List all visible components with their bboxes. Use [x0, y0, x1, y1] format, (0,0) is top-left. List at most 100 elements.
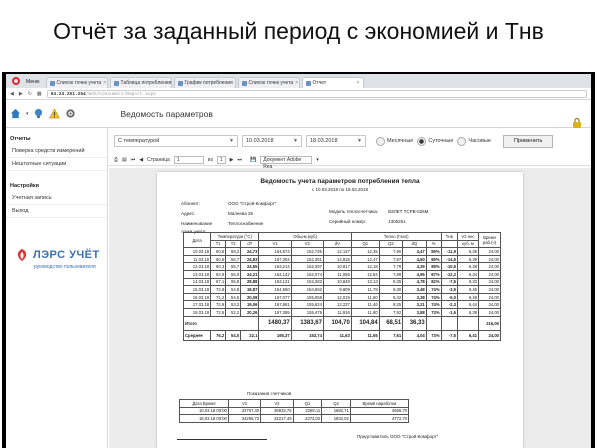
- sidebar-item-logout[interactable]: Выход: [6, 205, 107, 218]
- table-cell: 2268,11: [292, 406, 323, 416]
- chevron-down-icon[interactable]: ▾: [316, 157, 319, 163]
- table-cell: 7,92: [378, 307, 404, 317]
- table-cell: 167,395: [258, 307, 292, 317]
- table-cell: 165,37: [258, 329, 292, 341]
- table-cell: 15.03.18: [182, 285, 212, 294]
- table-cell: 72,8: [210, 285, 227, 294]
- col-time: Время раб.(ч): [478, 231, 501, 249]
- reload-icon[interactable]: ↻: [28, 91, 32, 97]
- save-icon[interactable]: 💾: [250, 157, 256, 163]
- table-row: 18.03.18 72,5 52,2 20,26 167,395 155,479 11,91…: [182, 307, 501, 317]
- chevron-down-icon: ▼: [357, 138, 362, 144]
- next-page-icon[interactable]: ▶: [230, 157, 234, 163]
- address-input[interactable]: 94.24.251.254/Web/Consumers/Report.aspx: [46, 89, 587, 98]
- back-icon[interactable]: ◀: [10, 91, 14, 97]
- table-cell: 10,817: [322, 262, 352, 271]
- table-row: 12.03.18 60,3 55,7 24,55 163,214 152,397 10,81…: [182, 262, 501, 271]
- table-cell: 1832,02: [321, 414, 351, 423]
- table-cell: 18.03.18: [182, 307, 212, 317]
- report-title: Ведомость учета параметров потребления т…: [260, 178, 420, 185]
- home-icon[interactable]: [10, 108, 21, 119]
- home-dropdown-icon[interactable]: ▾: [26, 111, 29, 117]
- sidebar-section-reports[interactable]: Отчеты: [6, 128, 107, 145]
- table-cell: -10,6: [440, 262, 458, 271]
- close-icon[interactable]: ×: [235, 80, 236, 86]
- table-cell: [456, 315, 480, 331]
- meters-header-cell: V1: [227, 399, 262, 408]
- table-cell: 60,3: [210, 262, 227, 271]
- table-cell: 163,131: [258, 277, 292, 287]
- table-cell: 167,077: [258, 292, 292, 302]
- apply-button[interactable]: Применить: [502, 134, 554, 148]
- table-cell: 3,48: [402, 285, 427, 294]
- table-cell: 8,35: [378, 277, 404, 287]
- table-cell: 34256,72: [227, 414, 262, 423]
- table-cell: 53,2: [225, 300, 242, 309]
- page-input[interactable]: 1: [173, 155, 204, 164]
- table-cell: -12,2: [440, 269, 458, 279]
- close-icon[interactable]: ×: [103, 80, 106, 86]
- favicon-icon: [241, 80, 247, 86]
- table-cell: 55,7: [225, 254, 242, 264]
- table-cell: Итого: [182, 315, 260, 331]
- lightbulb-icon[interactable]: [33, 108, 44, 119]
- browser-menu[interactable]: Меню: [26, 79, 40, 85]
- radio-monthly[interactable]: Месячные: [376, 136, 413, 146]
- settings-icon[interactable]: [65, 108, 76, 119]
- warning-icon[interactable]: [48, 108, 60, 119]
- table-cell: 6,38: [456, 262, 480, 271]
- lers-logo[interactable]: ЛЭРС УЧЁТ руководство пользователя: [14, 248, 104, 270]
- sidebar-item-emergencies[interactable]: Нештатные ситуации: [6, 158, 107, 171]
- table-cell: 24,73: [240, 247, 260, 256]
- last-page-icon[interactable]: ⏭: [238, 157, 243, 163]
- table-cell: 155,624: [290, 300, 324, 309]
- page-title: Ведомость параметров: [120, 108, 213, 119]
- radio-daily[interactable]: Суточные: [417, 136, 453, 146]
- table-cell: 12.03.18: [182, 262, 212, 271]
- date-from-field[interactable]: 10.03.2018 ▼: [242, 135, 302, 147]
- browser-tab-1[interactable]: Список точек учета ×: [45, 77, 108, 88]
- grid-icon[interactable]: ▦: [37, 91, 42, 97]
- export-icon[interactable]: ▤: [122, 157, 127, 163]
- table-cell: 24,00: [478, 300, 501, 309]
- export-format-select[interactable]: Документ Adobe Rea: [260, 155, 313, 170]
- browser-tab-4[interactable]: Список точек учета ×: [237, 77, 300, 88]
- radio-hourly[interactable]: Часовые: [457, 136, 491, 146]
- table-cell: 4556,70: [349, 406, 410, 416]
- table-cell: 4,60: [402, 254, 427, 264]
- table-cell: 24,00: [478, 262, 501, 271]
- subheader-cell: %: [425, 239, 442, 249]
- table-cell: 2373,02: [292, 414, 323, 423]
- date-to-field[interactable]: 18.03.2018 ▼: [306, 135, 366, 147]
- table-cell: -5,0: [440, 292, 458, 302]
- browser-tab-2[interactable]: Таблица потребления×: [109, 77, 172, 88]
- report-type-select[interactable]: С температурой ▼: [114, 135, 238, 147]
- opera-logo-icon[interactable]: [12, 77, 20, 85]
- table-cell: -3,5: [440, 285, 458, 294]
- table-cell: 11,78: [350, 285, 380, 294]
- table-cell: 6,46: [456, 285, 480, 294]
- table-cell: 7,90: [378, 247, 404, 256]
- table-cell: 11,80: [350, 307, 380, 317]
- col-date: Дата: [182, 231, 212, 249]
- table-cell: 14,816: [322, 254, 352, 264]
- table-cell: 32217,49: [260, 414, 294, 423]
- sidebar-item-account[interactable]: Учетная запись: [6, 192, 107, 205]
- table-cell: 7,89: [378, 269, 404, 279]
- sidebar-item-verification[interactable]: Поверка средств измерений: [6, 145, 107, 158]
- table-cell: 155,479: [290, 307, 324, 317]
- close-icon[interactable]: ×: [357, 80, 360, 86]
- prev-page-icon[interactable]: ◀: [139, 157, 143, 163]
- forward-icon[interactable]: ▶: [19, 91, 23, 97]
- browser-tabbar: Меню Список точек учета × Таблица потребл…: [6, 74, 591, 88]
- table-cell: 9,809: [322, 285, 352, 294]
- signature-label: Представитель ООО "Строй-Комфорт": [357, 434, 439, 439]
- table-cell: 74%: [425, 300, 442, 309]
- table-cell: 36,33: [402, 315, 427, 331]
- browser-tab-3[interactable]: График потребления×: [173, 77, 236, 88]
- first-page-icon[interactable]: ⏮: [131, 157, 136, 163]
- browser-tab-5[interactable]: Отчет ×: [301, 77, 364, 88]
- print-icon[interactable]: ⎙: [114, 157, 118, 163]
- close-icon[interactable]: ×: [295, 80, 298, 86]
- sidebar-section-settings[interactable]: Настройки: [6, 171, 107, 192]
